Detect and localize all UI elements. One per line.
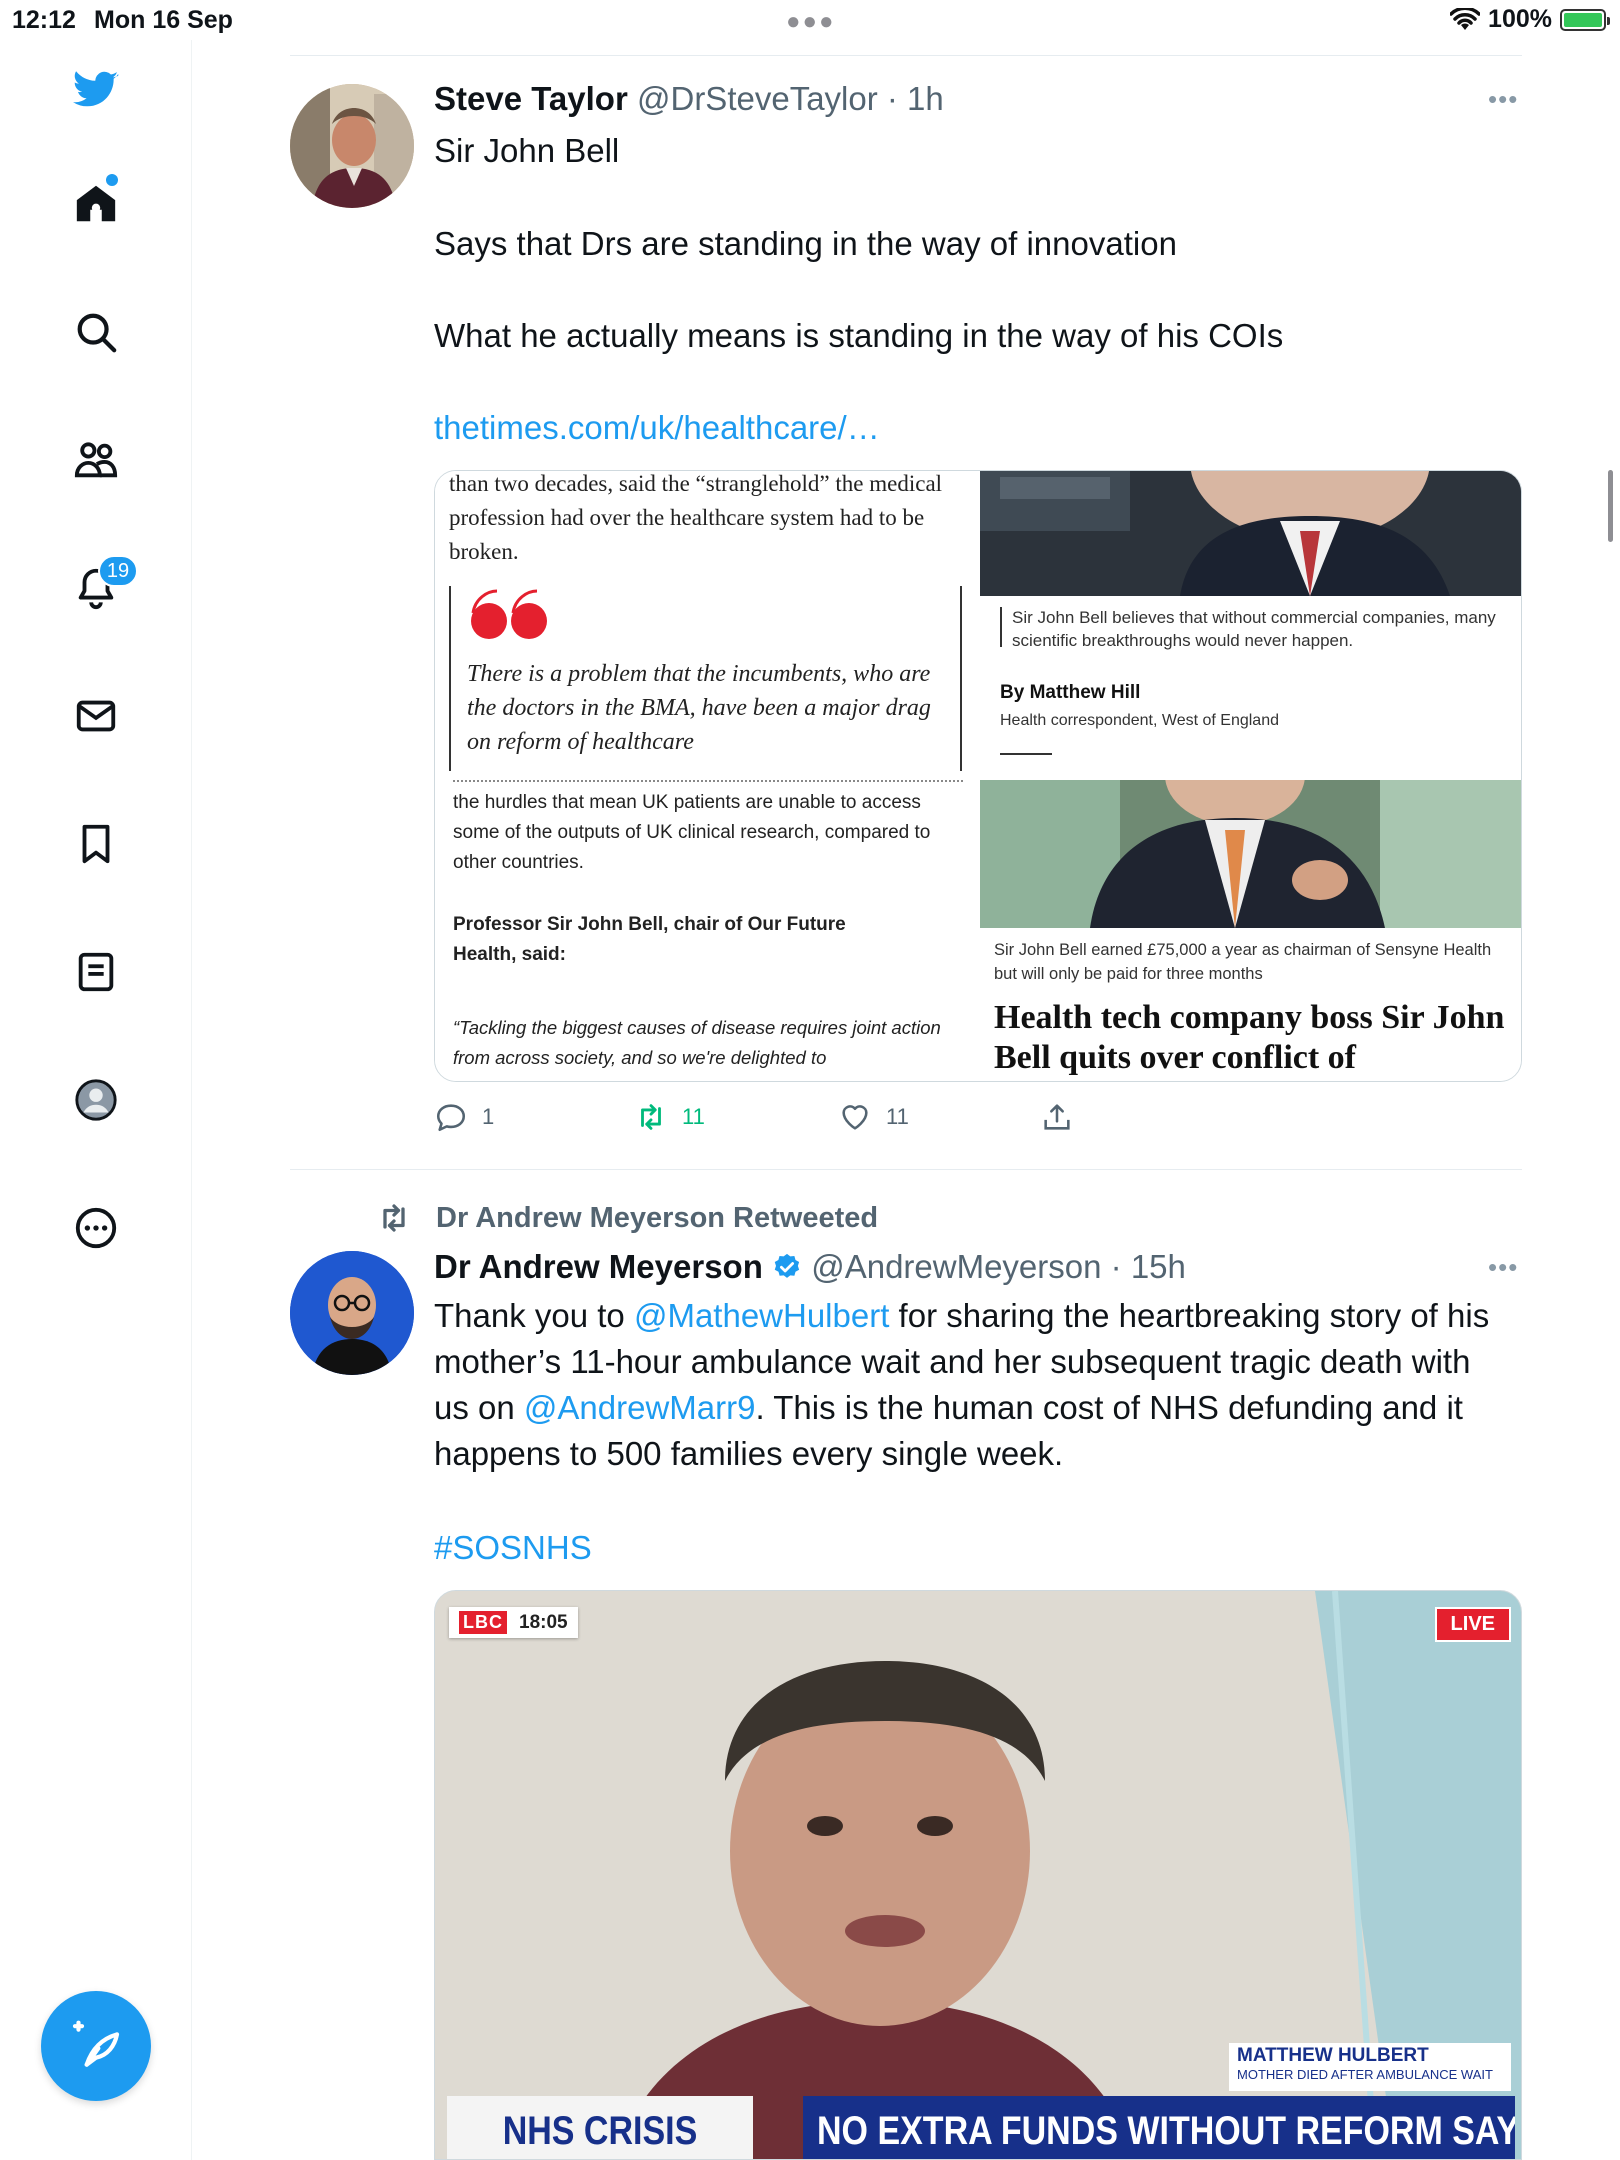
media-press-quote: “Tackling the biggest causes of disease … — [453, 1017, 941, 1068]
retweet-count: 11 — [682, 1104, 705, 1129]
search-icon[interactable] — [70, 306, 122, 358]
share-button[interactable] — [1040, 1100, 1074, 1134]
hashtag-link[interactable]: #SOSNHS — [434, 1525, 1504, 1571]
media-byline: By Matthew Hill — [1000, 682, 1141, 703]
tweet-body-text: Thank you to — [434, 1297, 634, 1334]
battery-icon — [1560, 8, 1610, 31]
tweet-timestamp[interactable]: · 15h — [1111, 1248, 1186, 1285]
media-article-quote[interactable]: than two decades, said the “stranglehold… — [435, 471, 975, 775]
media-press-text: the hurdles that mean UK patients are un… — [453, 792, 931, 873]
media-article-pullquote: There is a problem that the incumbents, … — [467, 661, 931, 755]
tweet-author-handle[interactable]: @DrSteveTaylor — [637, 80, 878, 117]
channel-logo: LBC — [459, 1611, 507, 1634]
verified-badge-icon — [774, 1253, 800, 1278]
tweet-text-line: Sir John Bell — [434, 132, 620, 169]
live-badge: LIVE — [1434, 1607, 1511, 1642]
more-options-icon[interactable] — [70, 1202, 122, 1254]
messages-envelope-icon[interactable] — [70, 690, 122, 742]
channel-bug: LBC 18:05 — [449, 1607, 578, 1638]
tweet-divider — [290, 1169, 1522, 1170]
status-date: Mon 16 Sep — [94, 6, 233, 34]
media-photo-john-bell-1 — [980, 471, 1521, 596]
tweet-author-handle[interactable]: @AndrewMeyerson — [811, 1248, 1101, 1285]
media-photo-caption: Sir John Bell believes that without comm… — [1012, 608, 1496, 650]
lower-third-right-text: NO EXTRA FUNDS WITHOUT REFORM SAYS PM — [817, 2108, 1515, 2153]
media-press-bold: Professor Sir John Bell, chair of Our Fu… — [453, 914, 846, 965]
avatar-steve-taylor[interactable] — [290, 84, 414, 208]
share-icon — [1044, 1104, 1070, 1130]
media-photo-caption-2: Sir John Bell earned £75,000 a year as c… — [994, 941, 1492, 983]
tweet-text-line: Says that Drs are standing in the way of… — [434, 225, 1177, 262]
feed-top-divider — [290, 55, 1522, 56]
retweet-context[interactable]: Dr Andrew Meyerson Retweeted — [374, 1200, 878, 1236]
tweet-text-line: What he actually means is standing in th… — [434, 317, 1284, 354]
bookmarks-icon[interactable] — [70, 818, 122, 870]
media-article-byline-panel[interactable]: Sir John Bell believes that without comm… — [980, 471, 1521, 775]
media-press-release[interactable]: the hurdles that mean UK patients are un… — [435, 780, 975, 1081]
retweet-context-icon — [383, 1204, 405, 1232]
profile-avatar-icon[interactable] — [70, 1074, 122, 1126]
home-unread-dot — [106, 174, 118, 186]
media-photo-john-bell-2 — [980, 780, 1521, 928]
reply-bubble-icon — [436, 1104, 466, 1132]
tweet-media-grid[interactable]: than two decades, said the “stranglehold… — [434, 470, 1522, 1082]
status-bar: 12:12 Mon 16 Sep ●●● 100% — [0, 0, 1620, 40]
like-button[interactable]: 11 — [838, 1100, 909, 1134]
like-count: 11 — [886, 1104, 909, 1129]
name-strap-subtitle: MOTHER DIED AFTER AMBULANCE WAIT — [1237, 2067, 1493, 2082]
tweet-actions: 1 11 11 — [434, 1100, 1134, 1140]
media-article-headline-panel[interactable]: Sir John Bell earned £75,000 a year as c… — [980, 780, 1521, 1081]
twitter-logo-icon[interactable] — [70, 64, 122, 116]
tweet-author-name[interactable]: Dr Andrew Meyerson — [434, 1248, 763, 1285]
media-article-headline: Health tech company boss Sir John Bell q… — [994, 999, 1505, 1076]
tweet-video[interactable]: LBC 18:05 LIVE MATTHEW HULBERT MOTHER DI… — [434, 1590, 1522, 2160]
lower-third-left: NHS CRISIS — [447, 2096, 753, 2159]
lower-third-right: NO EXTRA FUNDS WITHOUT REFORM SAYS PM — [803, 2096, 1515, 2159]
name-strap-title: MATTHEW HULBERT — [1237, 2045, 1429, 2066]
retweet-button[interactable]: 11 — [634, 1100, 705, 1134]
reply-button[interactable]: 1 — [434, 1100, 494, 1134]
retweet-icon — [641, 1104, 661, 1130]
media-byline-role: Health correspondent, West of England — [1000, 712, 1279, 729]
sidebar: 19 — [0, 40, 192, 2160]
name-strap: MATTHEW HULBERT MOTHER DIED AFTER AMBULA… — [1229, 2043, 1511, 2091]
avatar-andrew-meyerson[interactable] — [290, 1251, 414, 1375]
heart-icon — [842, 1105, 868, 1130]
tweet-body: Thank you to @MathewHulbert for sharing … — [434, 1293, 1504, 1477]
communities-icon[interactable] — [70, 434, 122, 486]
mention-link[interactable]: @AndrewMarr9 — [524, 1389, 756, 1426]
battery-percent: 100% — [1488, 5, 1552, 33]
media-article-text: than two decades, said the “stranglehold… — [449, 471, 943, 564]
mention-link[interactable]: @MathewHulbert — [634, 1297, 889, 1334]
compose-tweet-button[interactable] — [41, 1991, 151, 2101]
status-time: 12:12 — [12, 6, 76, 34]
retweeted-by-label: Dr Andrew Meyerson Retweeted — [436, 1201, 879, 1234]
reply-count: 1 — [482, 1104, 495, 1129]
tweet-timestamp[interactable]: · 1h — [887, 80, 944, 117]
tweet-more-icon[interactable]: ••• — [1488, 1252, 1518, 1283]
lists-icon[interactable] — [70, 946, 122, 998]
tweet-link[interactable]: thetimes.com/uk/healthcare/… — [434, 405, 1504, 451]
channel-clock: 18:05 — [519, 1611, 568, 1633]
wifi-icon — [1450, 7, 1481, 30]
tweet-more-icon[interactable]: ••• — [1488, 84, 1518, 115]
compose-feather-icon — [72, 2020, 120, 2067]
notifications-badge: 19 — [98, 555, 138, 587]
scrollbar-thumb[interactable] — [1608, 470, 1613, 542]
multitasking-dots-icon[interactable]: ●●● — [786, 8, 836, 36]
quote-marks-icon — [471, 589, 547, 639]
tweet-author-name[interactable]: Steve Taylor — [434, 80, 628, 117]
home-icon[interactable] — [70, 178, 122, 230]
